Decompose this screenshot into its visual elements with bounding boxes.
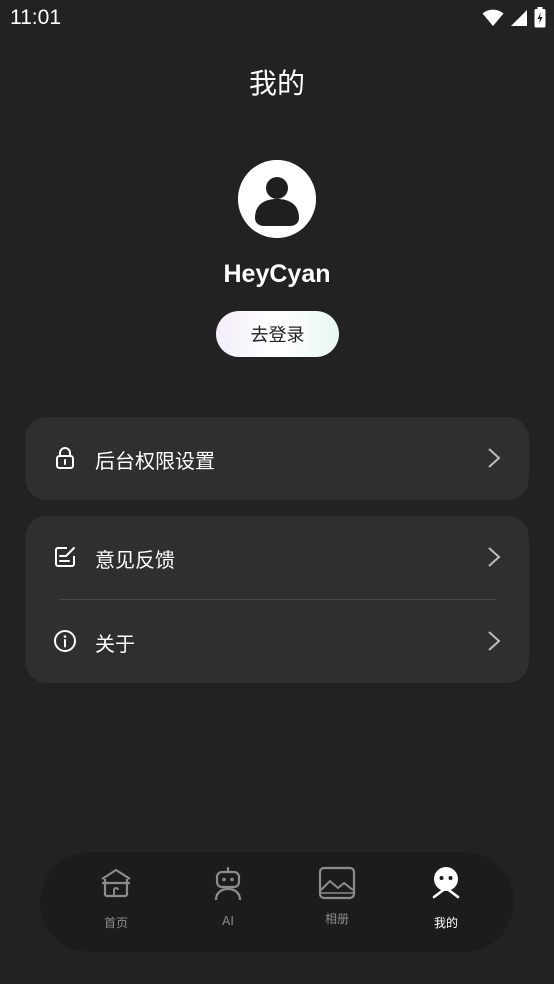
home-icon <box>101 868 131 898</box>
background-permissions-row[interactable]: 后台权限设置 <box>25 417 529 500</box>
nav-item-home[interactable]: 首页 <box>66 852 166 952</box>
nav-item-album[interactable]: 相册 <box>287 852 387 952</box>
page-title: 我的 <box>248 67 305 100</box>
chevron-right-icon <box>488 631 501 651</box>
lock-icon <box>56 447 74 469</box>
image-gallery-icon <box>318 866 356 900</box>
nav-label-home: 首页 <box>103 916 128 930</box>
info-card: 意见反馈 关于 <box>25 516 529 683</box>
permissions-card: 后台权限设置 <box>25 417 529 500</box>
feedback-row[interactable]: 意见反馈 <box>25 516 529 599</box>
user-avatar-icon <box>238 160 316 238</box>
info-icon <box>54 630 76 652</box>
login-button[interactable]: 去登录 <box>216 311 339 357</box>
signal-icon <box>511 9 527 26</box>
username: HeyCyan <box>223 260 331 288</box>
status-bar: 11:01 <box>0 0 554 38</box>
nav-label-ai: AI <box>222 914 234 928</box>
background-permissions-label: 后台权限设置 <box>95 449 215 473</box>
battery-icon <box>534 7 546 28</box>
avatar[interactable] <box>238 160 316 238</box>
feedback-edit-icon <box>55 547 75 567</box>
nav-label-mine: 我的 <box>433 916 458 930</box>
mine-face-icon <box>432 867 460 899</box>
chevron-right-icon <box>488 448 501 468</box>
about-row[interactable]: 关于 <box>25 600 529 683</box>
wifi-icon <box>482 9 504 26</box>
about-label: 关于 <box>95 632 135 656</box>
nav-item-ai[interactable]: AI <box>178 852 278 952</box>
status-time: 11:01 <box>10 6 61 29</box>
robot-icon <box>214 866 242 901</box>
bottom-nav: 首页 AI 相册 我的 <box>40 852 514 952</box>
nav-label-album: 相册 <box>324 912 349 926</box>
feedback-label: 意见反馈 <box>95 548 175 572</box>
status-icons <box>482 7 546 28</box>
nav-item-mine[interactable]: 我的 <box>396 852 496 952</box>
chevron-right-icon <box>488 547 501 567</box>
